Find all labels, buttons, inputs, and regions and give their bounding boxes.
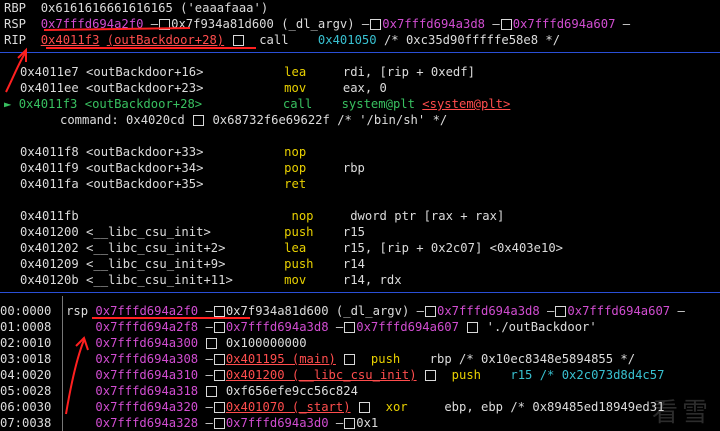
pointer-arrow-icon — [232, 35, 244, 46]
pointer-arrow-icon — [424, 370, 436, 381]
pointer-arrow-icon — [213, 306, 225, 317]
pointer-arrow-icon — [206, 386, 218, 397]
pointer-arrow-icon — [344, 322, 356, 333]
stack-row: 06:0030 0x7fffd694a320 —0x401070 (_start… — [0, 400, 665, 414]
pointer-arrow-icon — [193, 115, 205, 126]
pointer-arrow-icon — [344, 418, 356, 429]
pointer-arrow-icon — [344, 354, 356, 365]
pointer-arrow-icon — [358, 402, 370, 413]
stack-row: 01:0008 0x7fffd694a2f8 —0x7fffd694a3d8 —… — [0, 320, 597, 334]
disasm-row: 0x4011fb nop dword ptr [rax + rax] — [20, 209, 505, 223]
pointer-arrow-icon — [467, 322, 479, 333]
stack-row: 07:0038 0x7fffd694a328 —0x7fffd694a3d0 —… — [0, 416, 379, 430]
register-value: 0x6161616661616165 — [40, 1, 173, 15]
register-string: ('eaaafaaa') — [180, 1, 269, 15]
stack-row: 00:0000 rsp 0x7fffd694a2f0 —0x7f934a81d6… — [0, 304, 685, 318]
section-divider — [0, 292, 720, 293]
stack-row: 02:0010 0x7fffd694a300 0x100000000 — [0, 336, 307, 350]
stack-row: 05:0028 0x7fffd694a318 0xf656efe9cc56c82… — [0, 384, 358, 398]
register-value: 0x7fffd694a2f0 — [40, 17, 144, 31]
pointer-arrow-icon — [213, 402, 225, 413]
pointer-arrow-icon — [213, 370, 225, 381]
register-name: RSP — [4, 17, 27, 31]
terminal-window: RBP 0x6161616661616165 ('eaaafaaa') RSP … — [0, 0, 720, 431]
disasm-row: 0x401209 <__libc_csu_init+9> push r14 — [20, 257, 365, 271]
register-rbp-row: RBP 0x6161616661616165 ('eaaafaaa') — [4, 0, 268, 16]
pointer-arrow-icon — [213, 354, 225, 365]
register-rsp-row: RSP 0x7fffd694a2f0 —0x7f934a81d600 (_dl_… — [4, 17, 631, 31]
current-instruction-marker: ► — [4, 97, 12, 111]
pointer-arrow-icon — [424, 306, 436, 317]
pointer-arrow-icon — [213, 418, 225, 429]
disasm-row: 0x4011f9 <outBackdoor+34> pop rbp — [20, 161, 365, 175]
pointer-arrow-icon — [213, 322, 225, 333]
register-rip-row: RIP 0x4011f3 (outBackdoor+28) call 0x401… — [4, 33, 561, 47]
stack-row: 04:0020 0x7fffd694a310 —0x401200 (__libc… — [0, 368, 665, 382]
pointer-arrow-icon — [206, 338, 218, 349]
disasm-row: 0x4011ee <outBackdoor+23> mov eax, 0 — [20, 81, 387, 95]
disasm-row: 0x4011e7 <outBackdoor+16> lea rdi, [rip … — [20, 65, 475, 79]
disasm-row: 0x4011fa <outBackdoor+35> ret — [20, 177, 307, 191]
disasm-row: 0x401200 <__libc_csu_init> push r15 — [20, 225, 365, 239]
pointer-arrow-icon — [555, 306, 567, 317]
pointer-arrow-icon — [500, 19, 512, 30]
disasm-row: 0x401202 <__libc_csu_init+2> lea r15, [r… — [20, 241, 563, 255]
pointer-arrow-icon — [159, 19, 171, 30]
call-argument-row: command: 0x4020cd 0x68732f6e69622f /* '/… — [60, 113, 448, 127]
register-name: RBP — [4, 1, 27, 15]
section-divider — [0, 52, 720, 53]
register-value: 0x4011f3 — [40, 33, 100, 47]
disasm-row: 0x4011f8 <outBackdoor+33> nop — [20, 145, 307, 159]
watermark-logo: 看雪 — [651, 398, 712, 428]
disasm-row-current: ► 0x4011f3 <outBackdoor+28> call system@… — [4, 97, 511, 111]
pointer-arrow-icon — [370, 19, 382, 30]
register-name: RIP — [4, 33, 27, 47]
disasm-row: 0x40120b <__libc_csu_init+11> mov r14, r… — [20, 273, 402, 287]
stack-row: 03:0018 0x7fffd694a308 —0x401195 (main) … — [0, 352, 636, 366]
